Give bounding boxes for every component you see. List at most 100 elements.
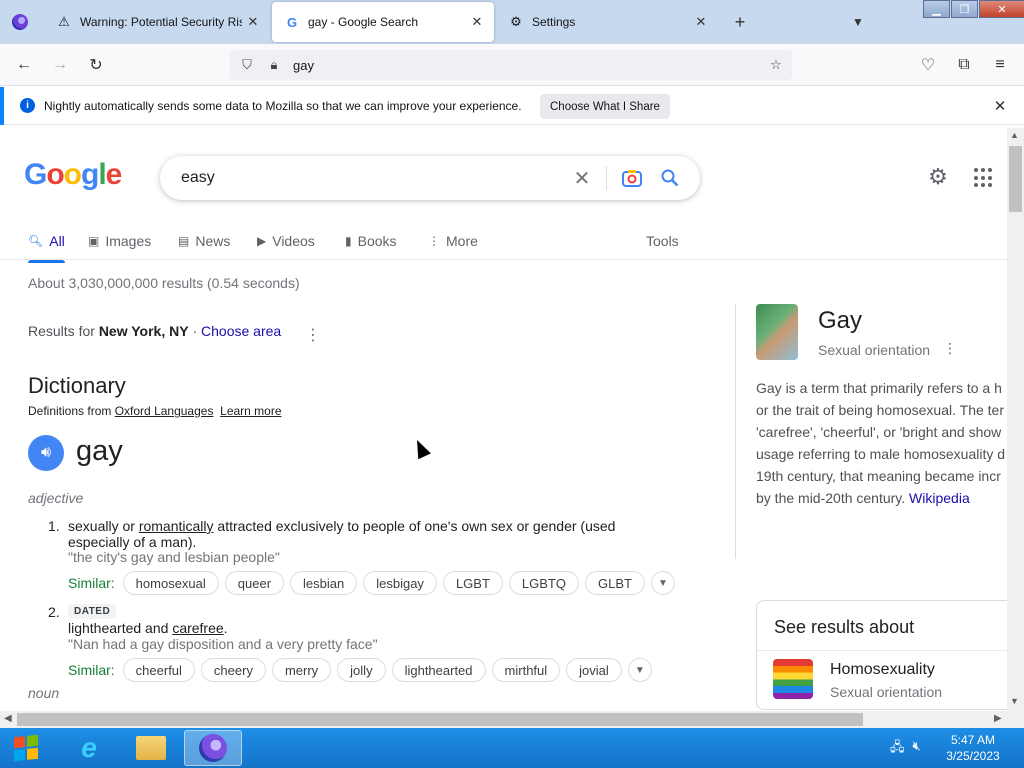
similar-chip[interactable]: jovial (566, 658, 622, 682)
see-results-title: See results about (774, 617, 915, 637)
tools-button[interactable]: Tools (646, 229, 679, 253)
choose-area-link[interactable]: Choose area (201, 323, 281, 339)
def-text: attracted exclusively to people of one's… (213, 518, 616, 534)
similar-chip[interactable]: lesbian (290, 571, 358, 595)
tab-news[interactable]: ▤ News (178, 229, 230, 253)
similar-chip[interactable]: jolly (337, 658, 386, 682)
scroll-down-arrow-icon[interactable]: ▼ (1010, 696, 1019, 706)
chevron-down-icon[interactable]: ▼ (650, 571, 675, 595)
similar-chip[interactable]: queer (224, 571, 285, 595)
clock[interactable]: 5:47 AM 3/25/2023 (940, 732, 1006, 764)
volume-muted-icon[interactable]: 🔇︎ (913, 738, 921, 760)
speaker-icon[interactable]: 🔊︎ (28, 435, 64, 471)
more-options-icon[interactable]: ⋮ (943, 340, 957, 357)
google-logo[interactable]: Google (24, 158, 122, 192)
wikipedia-link[interactable]: Wikipedia (909, 490, 970, 506)
romantically-link[interactable]: romantically (139, 518, 214, 534)
knowledge-panel-title: Gay (818, 307, 863, 334)
tab-books[interactable]: ▮ Books (345, 229, 397, 253)
scroll-right-arrow-icon[interactable]: ▶ (994, 713, 1002, 724)
similar-chip[interactable]: homosexual (122, 571, 219, 595)
close-tab-icon[interactable]: ✕ (690, 11, 712, 33)
chevron-down-icon[interactable]: ▼ (627, 658, 652, 682)
close-tab-icon[interactable]: ✕ (242, 11, 264, 33)
network-icon[interactable]: 🖧︎ (890, 738, 905, 760)
firefox-taskbar-button[interactable] (184, 730, 242, 766)
camera-search-icon[interactable] (620, 166, 644, 190)
horizontal-scrollbar[interactable]: ◀ ▶ (0, 711, 1024, 728)
internet-explorer-taskbar-button[interactable]: e (60, 730, 118, 766)
tab-label: More (446, 233, 478, 249)
close-tab-icon[interactable]: ✕ (466, 11, 488, 33)
forward-arrow-icon[interactable]: → (47, 53, 73, 77)
tab-videos[interactable]: ▶ Videos (257, 229, 315, 253)
similar-chip[interactable]: mirthful (491, 658, 561, 682)
scroll-left-arrow-icon[interactable]: ◀ (4, 713, 12, 724)
bookmark-star-icon[interactable]: ☆ (767, 56, 785, 74)
knowledge-panel-subtitle: Sexual orientation (818, 342, 931, 358)
vertical-scrollbar[interactable]: ▲ ▼ (1007, 128, 1024, 711)
carefree-link[interactable]: carefree (172, 620, 223, 636)
google-g-icon: G (286, 14, 298, 30)
learn-more-link[interactable]: Learn more (220, 404, 281, 418)
lock-icon[interactable]: 🔒︎ (265, 56, 283, 74)
firefox-logo-icon (12, 14, 28, 30)
url-text[interactable]: gay (293, 58, 314, 73)
similar-chip[interactable]: cheery (200, 658, 266, 682)
back-arrow-icon[interactable]: ← (11, 53, 37, 77)
def-text: . (223, 620, 228, 636)
tab-strip: ⚠ Warning: Potential Security Risk ✕ G g… (0, 0, 1024, 44)
clear-search-icon[interactable]: ✕ (570, 166, 594, 190)
scrollbar-thumb[interactable] (1009, 146, 1022, 212)
similar-chip[interactable]: GLBT (584, 571, 645, 595)
google-apps-icon[interactable] (974, 168, 994, 188)
similar-chip[interactable]: LGBTQ (508, 571, 579, 595)
search-tabs: 🔍︎ All ▣ Images ▤ News ▶ Videos ▮ Books ⋮ More… (0, 220, 1007, 263)
similar-chip[interactable]: LGBT (442, 571, 503, 595)
panel-divider (735, 304, 736, 559)
search-input[interactable]: easy (181, 169, 215, 187)
new-tab-button[interactable]: + (728, 10, 752, 34)
tab-security-warning[interactable]: ⚠ Warning: Potential Security Risk ✕ (44, 2, 270, 42)
tab-settings[interactable]: ⚙ Settings ✕ (496, 2, 718, 42)
description-line: Gay is a term that primarily refers to a… (756, 380, 1002, 396)
homosexuality-thumbnail[interactable] (773, 659, 813, 699)
extensions-icon[interactable]: ⧉ (951, 53, 977, 77)
search-icon[interactable] (658, 166, 682, 190)
start-button[interactable] (6, 731, 46, 765)
scroll-up-arrow-icon[interactable]: ▲ (1010, 130, 1019, 140)
description-line: usage referring to male homosexuality d (756, 446, 1006, 462)
firefox-view-button[interactable] (0, 0, 40, 44)
pocket-icon[interactable]: ♡ (915, 53, 941, 77)
oxford-languages-link[interactable]: Oxford Languages (115, 404, 214, 418)
menu-hamburger-icon[interactable]: ≡ (987, 53, 1013, 77)
tab-google-search[interactable]: G gay - Google Search ✕ (272, 2, 494, 42)
maximize-button[interactable]: ❐ (951, 0, 978, 18)
description-text: by the mid-20th century. (756, 490, 910, 506)
url-bar[interactable]: ⛉ 🔒︎ gay ☆ (230, 50, 792, 80)
list-all-tabs-chevron-icon[interactable]: ▼ (846, 10, 870, 34)
shield-icon[interactable]: ⛉ (238, 56, 256, 74)
tab-more[interactable]: ⋮ More (428, 229, 478, 253)
similar-chip[interactable]: lighthearted (391, 658, 486, 682)
see-results-item-name[interactable]: Homosexuality (830, 661, 935, 679)
reload-icon[interactable]: ↻ (83, 53, 109, 77)
similar-chip[interactable]: cheerful (122, 658, 195, 682)
similar-chip[interactable]: lesbigay (363, 571, 437, 595)
tab-all[interactable]: 🔍︎ All (28, 229, 65, 263)
source-prefix: Definitions from (28, 404, 112, 418)
search-box[interactable]: easy ✕ (160, 156, 700, 200)
tab-images[interactable]: ▣ Images (88, 229, 151, 253)
similar-chip[interactable]: merry (271, 658, 332, 682)
settings-gear-icon[interactable]: ⚙ (926, 164, 950, 189)
notification-text: Nightly automatically sends some data to… (44, 99, 522, 113)
knowledge-panel-image[interactable] (756, 304, 798, 360)
choose-what-i-share-button[interactable]: Choose What I Share (540, 94, 670, 119)
minimize-button[interactable]: ▁ (923, 0, 950, 18)
file-explorer-taskbar-button[interactable] (122, 730, 180, 766)
scrollbar-thumb[interactable] (17, 713, 863, 726)
close-icon[interactable]: ✕ (990, 96, 1010, 116)
more-options-icon[interactable]: ⋮ (305, 325, 321, 345)
window-close-button[interactable]: ✕ (979, 0, 1024, 18)
definition-number: 1. (48, 518, 60, 534)
